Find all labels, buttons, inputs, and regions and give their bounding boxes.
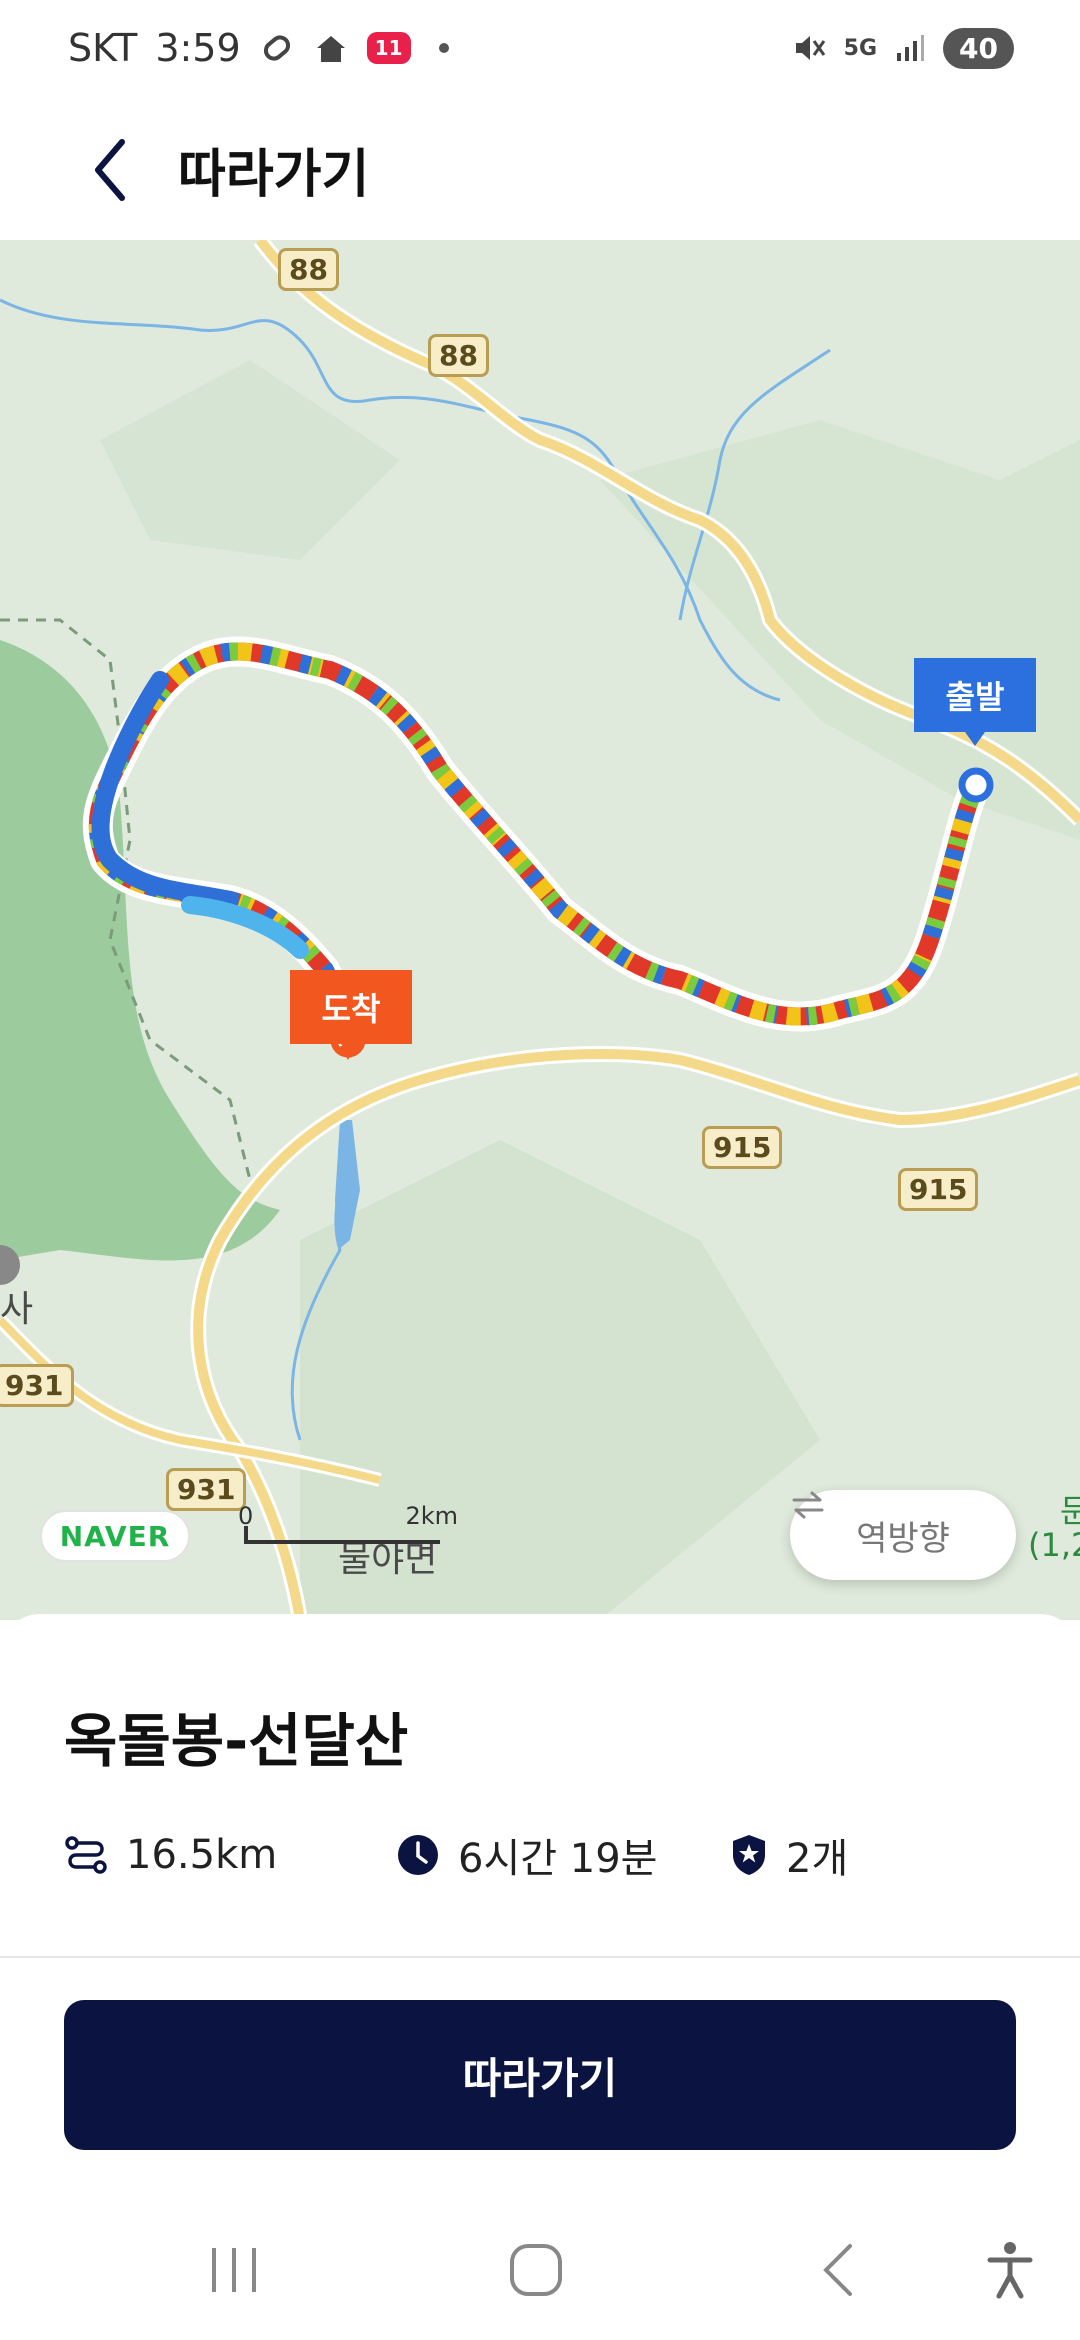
back-button[interactable] (70, 130, 150, 210)
route-shield-931: 931 (166, 1468, 247, 1511)
course-name: 옥돌봉-선달산 (64, 1707, 409, 1775)
distance-stat: 16.5km (64, 1832, 396, 1878)
mute-icon (792, 31, 826, 65)
naver-logo: NAVER (40, 1510, 190, 1562)
reverse-direction-label: 역방향 (856, 1518, 950, 1559)
reverse-direction-button[interactable]: 역방향 (790, 1490, 1016, 1580)
route-shield-915: 915 (898, 1168, 979, 1211)
distance-value: 16.5km (126, 1832, 278, 1878)
link-icon (259, 30, 295, 66)
duration-stat: 6시간 19분 (396, 1826, 730, 1884)
follow-button[interactable]: 따라가기 (64, 2000, 1016, 2150)
sheet-divider (0, 1956, 1080, 1958)
battery-indicator: 40 (943, 27, 1014, 69)
clock-icon (398, 1835, 438, 1875)
carrier: SKT (68, 26, 138, 70)
edge-label-right-sub: (1,2 (1028, 1526, 1080, 1564)
route-distance-icon (65, 1836, 107, 1874)
home-upload-icon (313, 30, 349, 66)
map-canvas (0, 240, 1080, 1620)
more-notifications-dot (438, 43, 449, 53)
end-marker[interactable]: 도착 (290, 970, 412, 1044)
badge-shield-icon (733, 1835, 765, 1875)
home-icon (510, 2244, 562, 2296)
route-shield-931: 931 (0, 1364, 75, 1407)
recent-apps-icon (212, 2248, 256, 2292)
route-shield-88: 88 (428, 334, 489, 377)
signal-icon (895, 33, 925, 63)
network-5g-icon: 5G (843, 35, 878, 61)
page-title: 따라가기 (178, 145, 370, 205)
accessibility-icon (987, 2242, 1033, 2299)
route-shield-88: 88 (278, 248, 339, 291)
start-point (958, 767, 994, 803)
scale-bar (244, 1526, 440, 1544)
system-back-button[interactable] (788, 2230, 888, 2310)
start-marker[interactable]: 출발 (914, 658, 1036, 732)
system-nav-bar (0, 2200, 1080, 2340)
route-map[interactable]: 88 88 915 915 931 931 물야면 사 문 (1,2 출발 도착… (0, 240, 1080, 1620)
home-button[interactable] (486, 2230, 586, 2310)
accessibility-button[interactable] (960, 2230, 1060, 2310)
duration-value: 6시간 19분 (458, 1836, 658, 1882)
map-scale: 0 2km (238, 1502, 458, 1552)
app-header: 따라가기 (0, 96, 1080, 240)
badge-count: 2개 (786, 1836, 849, 1882)
course-stats: 16.5km 6시간 19분 2개 (64, 1826, 848, 1884)
back-arrow-icon (95, 139, 125, 201)
app-notification-icon: 11 (366, 32, 411, 64)
route-shield-915: 915 (702, 1126, 783, 1169)
clock: 3:59 (155, 26, 241, 70)
swap-arrows-icon (792, 1491, 824, 1519)
badge-stat: 2개 (730, 1826, 848, 1884)
chevron-left-icon (823, 2244, 852, 2296)
status-bar: SKT 3:59 11 5G 40 (0, 0, 1080, 96)
scale-max-label: 2km (405, 1502, 458, 1530)
recent-apps-button[interactable] (184, 2230, 284, 2310)
edge-label-left: 사 (0, 1289, 34, 1330)
